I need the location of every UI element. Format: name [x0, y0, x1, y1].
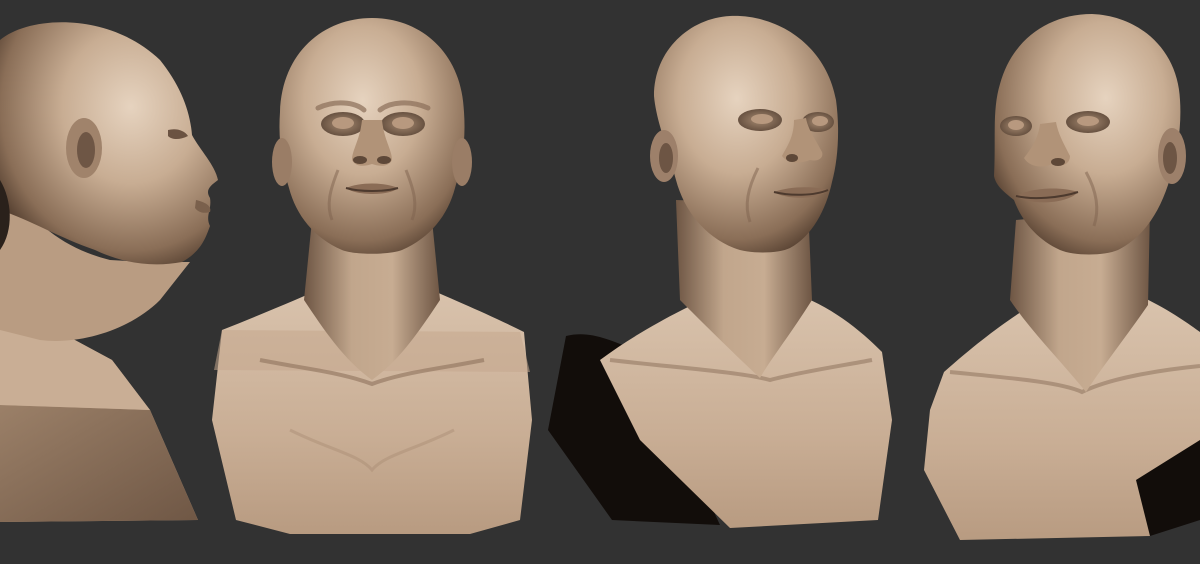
three-quarter-left-view [924, 14, 1200, 540]
bust-renders [0, 14, 1200, 540]
tq-nostril [786, 154, 798, 162]
tq-eyeball-right [812, 116, 828, 126]
tq-ear-inner [659, 143, 673, 173]
tql-ear-inner [1163, 142, 1177, 174]
front-eyeball-left [332, 117, 354, 129]
side-profile-view [0, 22, 218, 522]
sculpt-viewport [0, 0, 1200, 564]
tql-eyeball-right [1077, 116, 1099, 126]
side-ear-inner [77, 132, 95, 168]
tql-eyeball-left [1008, 120, 1024, 130]
front-nostril-right [377, 156, 391, 164]
front-view [212, 18, 532, 534]
front-ear-right [452, 138, 472, 186]
front-eyeball-right [392, 117, 414, 129]
front-nostril-left [353, 156, 367, 164]
tql-nostril [1051, 158, 1065, 166]
front-ear-left [272, 138, 292, 186]
side-torso-cut [0, 405, 198, 522]
three-quarter-view [548, 15, 892, 528]
tq-eyeball-left [751, 114, 773, 124]
